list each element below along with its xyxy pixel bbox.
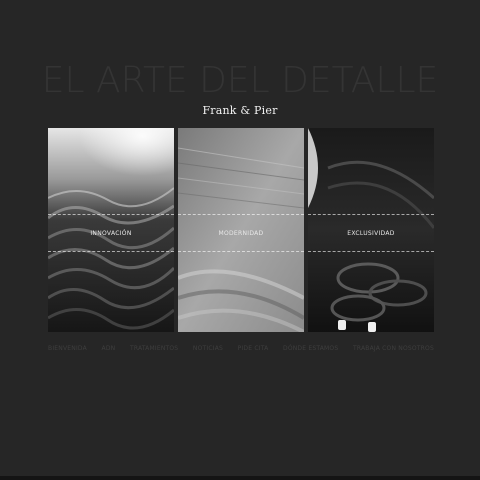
panel-exclusividad-band: EXCLUSIVIDAD <box>308 214 434 252</box>
nav-bienvenida[interactable]: BIENVENIDA <box>48 345 87 352</box>
panel-innovacion-label: INNOVACIÓN <box>90 229 132 237</box>
hero-title: EL ARTE DEL DETALLE <box>41 60 439 101</box>
panel-innovacion[interactable]: INNOVACIÓN <box>48 128 174 332</box>
nav-trabaja-con-nosotros[interactable]: TRABAJA CON NOSOTROS <box>353 345 434 352</box>
nav-noticias[interactable]: NOTICIAS <box>193 345 223 352</box>
panel-modernidad-label: MODERNIDAD <box>218 229 264 237</box>
nav-donde-estamos[interactable]: DÓNDE ESTAMOS <box>283 345 338 352</box>
panel-modernidad-band: MODERNIDAD <box>178 214 304 252</box>
panel-modernidad[interactable]: MODERNIDAD <box>178 128 304 332</box>
nav-adn[interactable]: ADN <box>102 345 116 352</box>
nav-pide-cita[interactable]: PIDE CITA <box>238 345 269 352</box>
feature-panels: INNOVACIÓN MODERNIDAD EXCLUSIVIDAD <box>48 128 434 332</box>
panel-exclusividad[interactable]: EXCLUSIVIDAD <box>308 128 434 332</box>
brand-logo[interactable]: Frank & Pier <box>0 104 480 117</box>
nav-tratamientos[interactable]: TRATAMIENTOS <box>130 345 178 352</box>
bottom-bar <box>0 476 480 480</box>
panel-innovacion-band: INNOVACIÓN <box>48 214 174 252</box>
panel-exclusividad-label: EXCLUSIVIDAD <box>347 229 395 237</box>
main-nav: BIENVENIDA ADN TRATAMIENTOS NOTICIAS PID… <box>48 345 434 352</box>
